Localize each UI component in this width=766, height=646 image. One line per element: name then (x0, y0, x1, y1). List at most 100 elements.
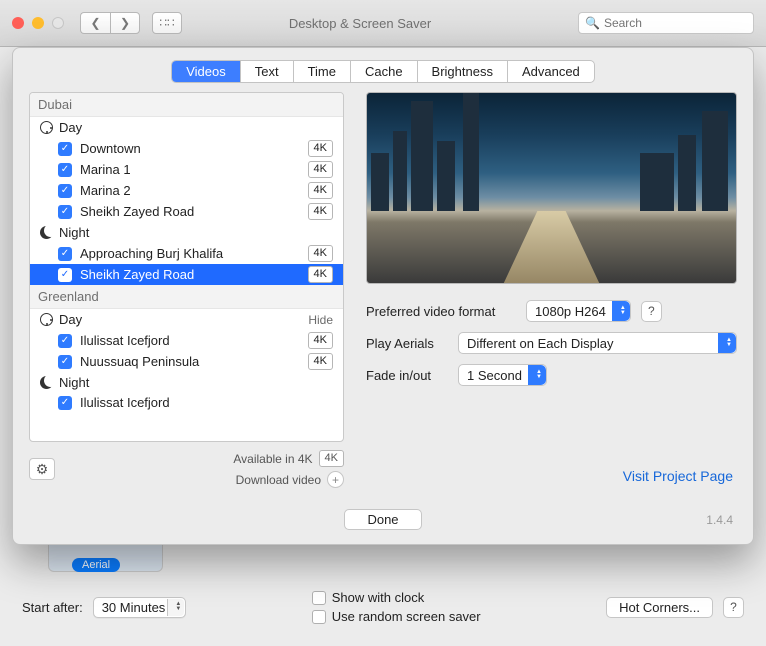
tab-time[interactable]: Time (294, 61, 351, 82)
video-item[interactable]: ✓Nuussuaq Peninsula4K (30, 351, 343, 372)
group-header-day[interactable]: Day Hide (30, 309, 343, 330)
video-label: Sheikh Zayed Road (80, 267, 194, 282)
download-label: Download video (236, 473, 321, 487)
window-titlebar: ❮ ❯ ∷∷ Desktop & Screen Saver 🔍 (0, 0, 766, 47)
back-button[interactable]: ❮ (80, 12, 110, 34)
video-preview (366, 92, 737, 284)
random-screensaver-label: Use random screen saver (332, 609, 481, 624)
close-window-icon[interactable] (12, 17, 24, 29)
video-checkbox[interactable]: ✓ (58, 268, 72, 282)
group-label: Day (59, 312, 82, 327)
checkbox-icon (312, 591, 326, 605)
video-checkbox[interactable]: ✓ (58, 334, 72, 348)
play-value: Different on Each Display (467, 336, 613, 351)
video-item[interactable]: ✓ Marina 1 4K (30, 159, 343, 180)
popup-arrows-icon: ▲▼ (726, 333, 732, 353)
quality-badge: 4K (308, 161, 333, 178)
sun-icon (40, 313, 53, 326)
video-checkbox[interactable]: ✓ (58, 396, 72, 410)
plus-icon: + (332, 473, 339, 487)
done-button[interactable]: Done (344, 509, 421, 530)
video-label: Downtown (80, 141, 141, 156)
random-screensaver-checkbox[interactable]: Use random screen saver (312, 609, 481, 624)
tab-advanced[interactable]: Advanced (508, 61, 594, 82)
group-header-night[interactable]: Night (30, 372, 343, 393)
available-badge: 4K (319, 450, 344, 467)
format-label: Preferred video format (366, 304, 516, 319)
video-item[interactable]: ✓ Downtown 4K (30, 138, 343, 159)
window-title: Desktop & Screen Saver (192, 16, 568, 31)
popup-arrows-icon: ▲▼ (536, 365, 542, 385)
format-popup[interactable]: 1080p H264 ▲▼ (526, 300, 631, 322)
visit-project-link[interactable]: Visit Project Page (623, 468, 733, 484)
video-list[interactable]: DubaiDay✓Downtown4K✓Marina 14K✓Marina 24… (29, 92, 344, 442)
video-label: Ilulissat Icefjord (80, 333, 170, 348)
search-field[interactable]: 🔍 (578, 12, 754, 34)
show-with-clock-label: Show with clock (332, 590, 424, 605)
video-label: Marina 1 (80, 162, 131, 177)
download-button[interactable]: + (327, 471, 344, 488)
version-label: 1.4.4 (706, 513, 733, 527)
moon-icon (40, 226, 53, 239)
video-checkbox[interactable]: ✓ (58, 184, 72, 198)
fade-label: Fade in/out (366, 368, 448, 383)
start-after-label: Start after: (22, 600, 83, 615)
show-with-clock-checkbox[interactable]: Show with clock (312, 590, 481, 605)
group-header-night[interactable]: Night (30, 222, 343, 243)
video-label: Approaching Burj Khalifa (80, 246, 223, 261)
hot-corners-button[interactable]: Hot Corners... (606, 597, 713, 618)
video-checkbox[interactable]: ✓ (58, 142, 72, 156)
available-label: Available in 4K (233, 452, 312, 466)
video-item[interactable]: ✓Ilulissat Icefjord4K (30, 330, 343, 351)
video-item[interactable]: ✓Marina 24K (30, 180, 343, 201)
video-list-options-button[interactable]: ⚙ (29, 458, 55, 480)
checkbox-icon (312, 610, 326, 624)
group-label: Night (59, 225, 89, 240)
quality-badge: 4K (308, 353, 333, 370)
search-icon: 🔍 (585, 16, 600, 30)
tab-text[interactable]: Text (241, 61, 294, 82)
aerial-settings-sheet: VideosTextTimeCacheBrightnessAdvanced Du… (12, 47, 754, 545)
show-all-button[interactable]: ∷∷ (152, 12, 182, 34)
forward-button[interactable]: ❯ (110, 12, 140, 34)
video-item[interactable]: ✓ Sheikh Zayed Road 4K (30, 201, 343, 222)
group-label: Night (59, 375, 89, 390)
moon-icon (40, 376, 53, 389)
gear-icon: ⚙ (36, 461, 49, 478)
nav-buttons: ❮ ❯ (80, 12, 140, 34)
quality-badge: 4K (308, 140, 333, 157)
video-label: Ilulissat Icefjord (80, 395, 170, 410)
sun-icon (40, 121, 53, 134)
help-button[interactable]: ? (723, 597, 744, 618)
zoom-window-icon (52, 17, 64, 29)
video-item[interactable]: ✓ Ilulissat Icefjord (30, 393, 343, 412)
fade-value: 1 Second (467, 368, 522, 383)
play-popup[interactable]: Different on Each Display ▲▼ (458, 332, 737, 354)
group-hide-button[interactable]: Hide (308, 313, 333, 327)
popup-arrows-icon: ▲▼ (620, 301, 626, 321)
settings-tabs: VideosTextTimeCacheBrightnessAdvanced (13, 60, 753, 83)
video-item[interactable]: ✓ Approaching Burj Khalifa 4K (30, 243, 343, 264)
traffic-lights (12, 17, 64, 29)
tab-videos[interactable]: Videos (172, 61, 241, 82)
quality-badge: 4K (308, 203, 333, 220)
video-checkbox[interactable]: ✓ (58, 163, 72, 177)
video-label: Marina 2 (80, 183, 131, 198)
tab-brightness[interactable]: Brightness (418, 61, 508, 82)
video-checkbox[interactable]: ✓ (58, 355, 72, 369)
minimize-window-icon[interactable] (32, 17, 44, 29)
screensaver-name-badge: Aerial (72, 558, 120, 572)
fade-popup[interactable]: 1 Second ▲▼ (458, 364, 547, 386)
region-header: Dubai (30, 93, 343, 117)
group-header-day[interactable]: Day (30, 117, 343, 138)
video-checkbox[interactable]: ✓ (58, 247, 72, 261)
grid-icon: ∷∷ (159, 16, 174, 30)
start-after-popup[interactable]: 30 Minutes ▲▼ (93, 597, 187, 618)
quality-badge: 4K (308, 245, 333, 262)
format-help-button[interactable]: ? (641, 301, 662, 322)
video-checkbox[interactable]: ✓ (58, 205, 72, 219)
tab-cache[interactable]: Cache (351, 61, 418, 82)
video-item[interactable]: ✓Sheikh Zayed Road4K (30, 264, 343, 285)
search-input[interactable] (604, 16, 747, 30)
video-label: Sheikh Zayed Road (80, 204, 194, 219)
